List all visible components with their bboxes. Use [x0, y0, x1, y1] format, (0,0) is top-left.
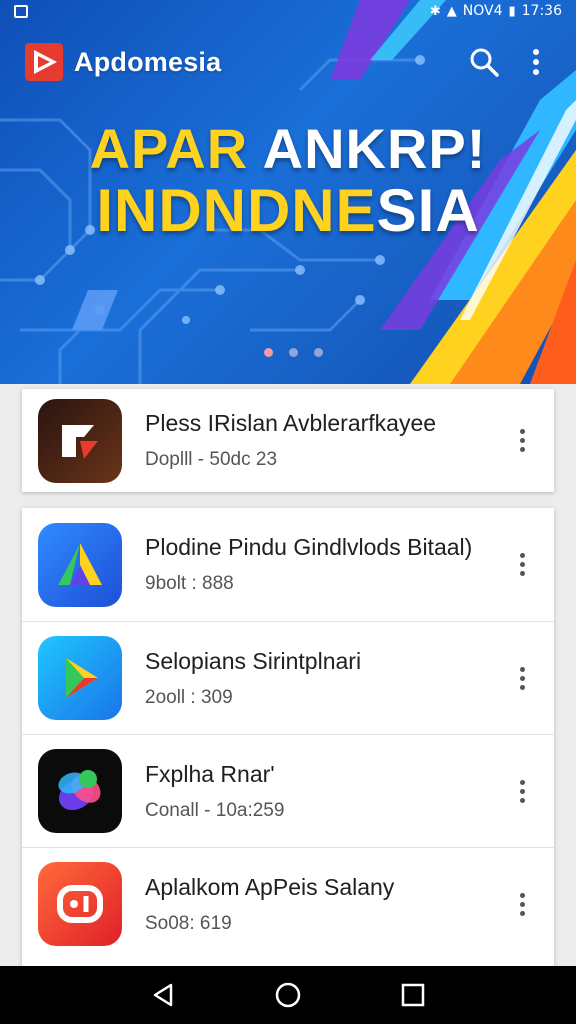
app-name: Aplalkom ApPeis Salany: [145, 873, 395, 900]
back-button[interactable]: [143, 975, 183, 1015]
network-label: NOV4: [462, 3, 503, 19]
app-bar: Apdomesia: [0, 36, 576, 88]
more-vert-icon[interactable]: [512, 426, 532, 456]
system-navigation-bar: [0, 966, 576, 1024]
bluetooth-icon: ✱: [429, 3, 441, 19]
list-item[interactable]: Pless IRislan Avblerarfkayee Doplll - 50…: [22, 389, 554, 492]
app-meta: Conall - 10a:259: [145, 799, 285, 821]
banner-headline-line2: INDNDNESIA: [96, 177, 480, 244]
pager-dot[interactable]: [313, 348, 323, 357]
back-icon: [153, 983, 172, 1007]
pager-dot[interactable]: [288, 348, 298, 357]
list-item[interactable]: Aplalkom ApPeis Salany So08: 619: [22, 847, 554, 960]
overflow-menu-button[interactable]: [516, 42, 556, 82]
home-button[interactable]: [268, 975, 308, 1015]
app-name: Fxplha Rnar': [145, 760, 275, 787]
banner-pager: [0, 348, 576, 357]
app-name: Plodine Pindu Gindlvlods Bitaal): [145, 534, 473, 560]
featured-app-card: Pless IRislan Avblerarfkayee Doplll - 50…: [22, 389, 554, 492]
dark-square-logo-icon: [38, 398, 122, 483]
status-bar: ✱ ▲ NOV4 ▮ 17:36: [0, 0, 576, 22]
recents-button[interactable]: [393, 975, 433, 1015]
clock: 17:36: [521, 3, 562, 19]
more-vert-icon[interactable]: [512, 889, 532, 919]
app-name: Selopians Sirintplnari: [145, 647, 362, 674]
app-meta: 2ooll : 309: [145, 686, 233, 708]
search-button[interactable]: [464, 42, 504, 82]
colorful-blob-icon: [38, 749, 122, 833]
app-list: Plodine Pindu Gindlvlods Bitaal) 9bolt :…: [22, 508, 554, 968]
triangle-a-icon: [38, 522, 122, 607]
app-meta: 9bolt : 888: [145, 573, 234, 594]
banner-headline-line1: APAR ANKRP!: [89, 117, 487, 180]
app-meta: Doplll - 50dc 23: [145, 449, 278, 470]
app-name: Pless IRislan Avblerarfkayee: [145, 410, 437, 436]
battery-icon: ▮: [508, 3, 516, 19]
app-meta: So08: 619: [145, 912, 232, 934]
more-vert-icon: [533, 49, 539, 75]
list-item[interactable]: Plodine Pindu Gindlvlods Bitaal) 9bolt :…: [22, 508, 554, 621]
play-store-icon: [38, 636, 122, 720]
more-vert-icon[interactable]: [512, 776, 532, 806]
home-icon: [275, 982, 301, 1008]
list-item[interactable]: Selopians Sirintplnari 2ooll : 309: [22, 621, 554, 734]
list-item[interactable]: Fxplha Rnar' Conall - 10a:259: [22, 734, 554, 847]
red-ring-icon: [38, 862, 122, 946]
sim-icon: [14, 4, 28, 18]
play-logo-icon: [25, 43, 63, 81]
search-icon: [470, 48, 499, 77]
signal-icon: ▲: [446, 3, 457, 19]
more-vert-icon[interactable]: [512, 550, 532, 580]
app-title: Apdomesia: [74, 46, 222, 77]
pager-dot[interactable]: [263, 348, 273, 357]
more-vert-icon[interactable]: [512, 663, 532, 693]
recents-icon: [402, 983, 425, 1007]
